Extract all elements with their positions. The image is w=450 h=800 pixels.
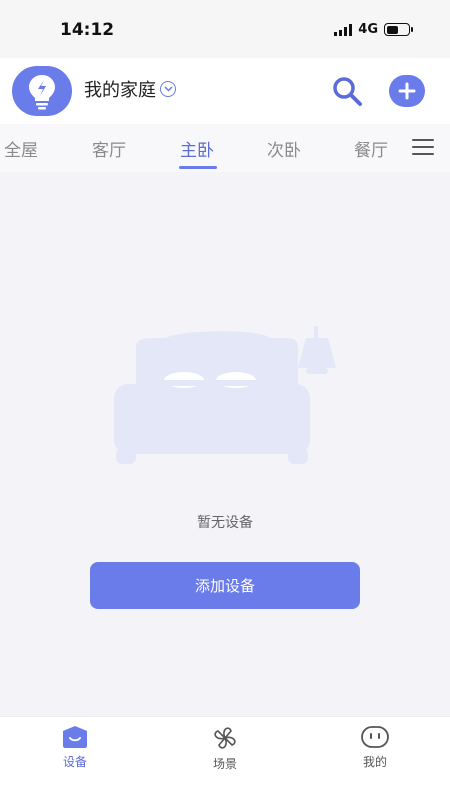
- nav-label: 场景: [212, 757, 237, 771]
- nav-profile[interactable]: 我的: [340, 725, 410, 770]
- home-selector[interactable]: 我的家庭: [84, 76, 176, 102]
- device-icon: [63, 726, 87, 748]
- lightbulb-icon: [29, 75, 55, 110]
- tab-whole-house[interactable]: 全屋: [4, 136, 38, 161]
- signal-icon: [334, 23, 353, 36]
- battery-fill: [386, 25, 399, 34]
- status-indicators: 4G: [334, 22, 413, 37]
- profile-icon: [361, 726, 389, 748]
- room-tabs: 全屋 客厅 主卧 次卧 餐厅: [0, 124, 450, 172]
- status-time: 14:12: [60, 20, 115, 40]
- room-menu-button[interactable]: [412, 139, 434, 157]
- network-type: 4G: [358, 22, 378, 37]
- search-button[interactable]: [330, 74, 364, 108]
- empty-state-message: 暂无设备: [197, 515, 253, 531]
- bed-illustration-icon: [114, 326, 336, 464]
- tab-master-bedroom[interactable]: 主卧: [180, 136, 214, 161]
- nav-scenes[interactable]: 场景: [190, 725, 260, 772]
- search-icon: [333, 77, 362, 106]
- nav-label: 我的: [362, 755, 387, 769]
- battery-icon: [384, 23, 413, 36]
- chevron-down-icon: [160, 81, 176, 97]
- tab-living-room[interactable]: 客厅: [92, 136, 126, 161]
- bottom-nav: 设备 场景 我的: [0, 716, 450, 800]
- status-bar: 14:12 4G: [0, 0, 450, 58]
- tab-second-bedroom[interactable]: 次卧: [267, 136, 301, 161]
- add-device-button[interactable]: 添加设备: [90, 562, 360, 609]
- home-name: 我的家庭: [84, 80, 156, 101]
- tab-dining-room[interactable]: 餐厅: [354, 136, 388, 161]
- home-avatar[interactable]: [12, 66, 72, 116]
- menu-icon: [412, 139, 434, 155]
- nav-devices[interactable]: 设备: [40, 725, 110, 770]
- app-header: 我的家庭: [0, 58, 450, 124]
- scene-icon: [214, 727, 236, 749]
- add-button[interactable]: [389, 75, 425, 107]
- active-tab-indicator: [179, 166, 217, 169]
- nav-label: 设备: [62, 755, 87, 769]
- plus-icon: [398, 82, 416, 100]
